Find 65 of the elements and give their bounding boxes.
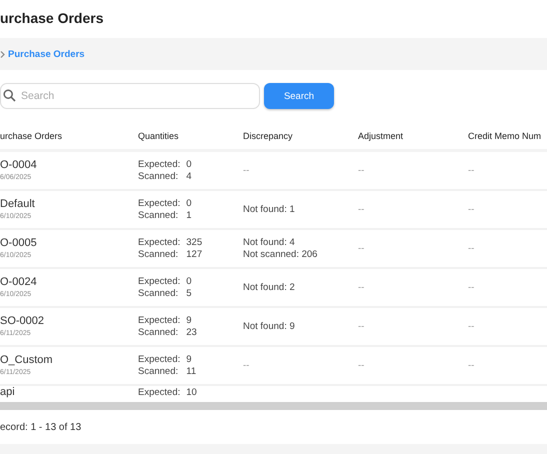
- quantity-value: 325: [186, 236, 204, 248]
- discrepancy-text: Not found: 1: [243, 204, 296, 216]
- quantity-label: Expected:: [138, 276, 180, 288]
- order-name: O-0024: [0, 274, 38, 288]
- quantity-value: 127: [186, 248, 204, 260]
- page-title: urchase Orders: [0, 9, 104, 28]
- credit-memo-text: --: [468, 204, 476, 216]
- order-name: Default: [0, 196, 36, 210]
- quantity-value: 0: [186, 276, 193, 288]
- quantity-label: Expected:: [138, 386, 180, 398]
- adjustment-text: --: [358, 360, 366, 372]
- quantity-label: Scanned:: [138, 210, 180, 222]
- quantity-label: Scanned:: [138, 170, 180, 182]
- order-name: O_Custom: [0, 352, 54, 366]
- order-name: O-0005: [0, 236, 38, 250]
- quantity-label: Expected:: [138, 158, 180, 170]
- credit-memo-text: --: [468, 282, 476, 294]
- quantity-value: 5: [186, 288, 193, 300]
- credit-memo-text: --: [468, 164, 476, 176]
- order-name: api: [0, 386, 16, 399]
- quantity-value: 4: [186, 170, 193, 182]
- chevron-icon: [0, 50, 5, 58]
- column-header: Credit Memo Num: [468, 131, 542, 141]
- column-header: Quantities: [138, 131, 180, 141]
- quantity-label: Expected:: [138, 314, 180, 326]
- quantity-label: Scanned:: [138, 288, 180, 300]
- quantity-value: 10: [186, 386, 198, 398]
- discrepancy-text: --: [243, 360, 250, 372]
- adjustment-text: --: [358, 242, 366, 254]
- credit-memo-text: --: [468, 320, 476, 332]
- column-header: Adjustment: [358, 131, 404, 141]
- quantity-value: 1: [186, 210, 193, 222]
- quantity-label: Expected:: [138, 198, 180, 210]
- quantity-value: 0: [186, 198, 193, 210]
- quantity-value: 9: [186, 354, 193, 366]
- quantity-value: 23: [186, 326, 198, 338]
- order-name: SO-0002: [0, 314, 46, 328]
- quantity-label: Expected:: [138, 236, 180, 248]
- horizontal-scrollbar[interactable]: [0, 402, 547, 410]
- breadcrumb-link[interactable]: Purchase Orders: [8, 48, 85, 60]
- quantity-value: 11: [186, 366, 198, 378]
- quantity-label: Scanned:: [138, 248, 180, 260]
- discrepancy-text: Not found: 9: [243, 320, 296, 332]
- credit-memo-text: --: [468, 360, 476, 372]
- discrepancy-text: --: [243, 164, 250, 176]
- column-header: urchase Orders: [0, 131, 64, 141]
- quantity-value: 9: [186, 314, 193, 326]
- adjustment-text: --: [358, 282, 366, 294]
- search-icon: [3, 89, 16, 102]
- column-header: Discrepancy: [243, 131, 294, 141]
- order-name: O-0004: [0, 158, 38, 172]
- quantity-value: 0: [186, 158, 193, 170]
- discrepancy-text: Not found: 2: [243, 282, 296, 294]
- credit-memo-text: --: [468, 242, 476, 254]
- discrepancy-text: Not scanned: 206: [243, 248, 318, 260]
- search-field[interactable]: Search: [0, 83, 260, 109]
- adjustment-text: --: [358, 204, 366, 216]
- quantity-label: Scanned:: [138, 326, 180, 338]
- discrepancy-text: Not found: 4: [243, 236, 296, 248]
- search-button[interactable]: Search: [264, 83, 334, 109]
- quantity-label: Expected:: [138, 354, 180, 366]
- adjustment-text: --: [358, 320, 366, 332]
- record-count: ecord: 1 - 13 of 13: [0, 422, 82, 432]
- quantity-label: Scanned:: [138, 366, 180, 378]
- adjustment-text: --: [358, 164, 366, 176]
